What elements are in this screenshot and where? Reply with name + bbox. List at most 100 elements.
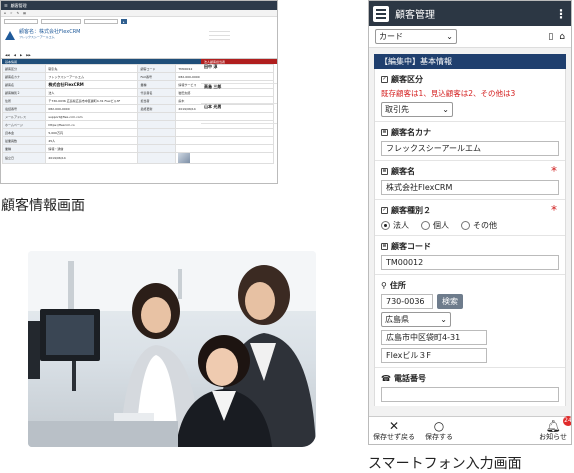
detail-label: 電話番号 (1, 104, 47, 113)
radio-label: 法人 (393, 221, 409, 230)
edit-icon[interactable]: ✎ (17, 11, 20, 15)
view-select[interactable]: カード ⌄ (375, 29, 457, 44)
detail-label: 顧客種別２ (1, 88, 47, 97)
record-meta: ――――――― ――――――― ――――――― (209, 29, 230, 41)
type-radio-kojin[interactable]: 個人 (421, 220, 449, 231)
detail-value: https://flexcrm.co (45, 120, 139, 129)
save-label: 保存する (425, 432, 453, 441)
text-field-icon: ≡ (381, 128, 388, 136)
field-category: ✓ 顧客区分 既存顧客は1、見込顧客は2、その他は3 取引先 ⌄ (375, 69, 565, 122)
detail-label (137, 112, 177, 121)
type-radio-group: 法人 個人 その他 (381, 220, 559, 231)
circle-icon: ○ (433, 418, 445, 433)
contact-name: 山本 光男 (204, 104, 222, 109)
contacts-panel: 法人顧客担当者 田中 淳高島 三郎 山本 光男 (201, 59, 277, 124)
detail-value: 45人 (45, 136, 139, 145)
location-pin-icon: ⚲ (381, 280, 387, 290)
desktop-caption: 顧客情報画面 (1, 198, 85, 214)
detail-label: FAX番号 (137, 72, 177, 81)
menu-icon[interactable]: ☰ (4, 3, 8, 8)
detail-label: 顧客区分 (1, 64, 47, 73)
book-icon[interactable]: ▯ (548, 32, 553, 42)
contact-card[interactable]: 田中 淳 (201, 64, 277, 84)
print-icon[interactable]: ▤ (23, 11, 26, 15)
detail-value (175, 128, 274, 137)
address2-input[interactable]: Flexビル３F (381, 348, 487, 363)
more-options-icon[interactable]: ⋮ (555, 8, 567, 20)
type-radio-hojin[interactable]: 法人 (381, 220, 409, 231)
detail-label: 代表者名 (137, 88, 177, 97)
required-mark-icon: * (551, 164, 557, 178)
code-input[interactable]: TM00012 (381, 255, 559, 270)
desktop-title: 顧客管理 (10, 2, 27, 8)
detail-value (175, 144, 274, 153)
field-code-label: 顧客コード (391, 241, 431, 251)
detail-label: 業種 (137, 80, 177, 89)
detail-label: 担当者 (137, 96, 177, 105)
table-row: 資本金 5,000万円 (1, 128, 274, 137)
type-radio-other[interactable]: その他 (461, 220, 497, 231)
detail-value: 2019/06/14 (45, 152, 139, 164)
chevron-down-icon: ⌄ (446, 32, 453, 41)
address1-input[interactable]: 広島市中区袋町4-31 (381, 330, 487, 345)
name-input[interactable]: 株式会社FlexCRM (381, 180, 559, 195)
detail-value: 法人 (45, 88, 139, 97)
record-nav: ◀◀ ◀ ▶ ▶▶ (1, 52, 277, 59)
home-icon[interactable]: ⌂ (559, 32, 565, 42)
detail-label: メールアドレス (1, 112, 47, 121)
category-select-value: 取引先 (385, 105, 409, 114)
next-record-icon[interactable]: ▶ (20, 53, 22, 57)
phone-caption: スマートフォン入力画面 (368, 456, 522, 472)
last-record-icon[interactable]: ▶▶ (26, 53, 31, 57)
detail-label: 顧客コード (137, 64, 177, 73)
category-select[interactable]: 取引先 ⌄ (381, 102, 453, 117)
field-name: ≡ 顧客名 * 株式会社FlexCRM (375, 161, 565, 200)
field-phone-label: 電話番号 (393, 373, 426, 383)
phone-title: 顧客管理 (395, 10, 435, 21)
field-address-label: 住所 (389, 280, 406, 290)
notification-button[interactable]: 🔔︎ 24 お知らせ (539, 415, 571, 442)
detail-label: 顧客名カナ (1, 72, 47, 81)
detail-value: 〒730-0036 広島県広島市中区袋町4-31 Flexビル3F (45, 96, 139, 105)
company-logo-icon (5, 29, 15, 41)
bell-icon: 🔔︎ (545, 418, 561, 433)
text-field-icon: ≡ (381, 167, 388, 175)
cancel-button[interactable]: ✕ 保存せず戻る (373, 420, 415, 442)
home-icon[interactable]: ⌂ (4, 11, 6, 15)
detail-label (137, 120, 177, 129)
phone-icon: ☎ (381, 373, 391, 383)
contact-card[interactable]: 高島 三郎 (201, 84, 277, 104)
record-header: 顧客名：株式会社FlexCRM フレックスシーアールエム ――――――― ――――… (1, 26, 277, 52)
detail-label (137, 144, 177, 153)
detail-value (175, 152, 274, 164)
address-search-button[interactable]: 検索 (437, 294, 463, 309)
phone-input[interactable] (381, 387, 559, 402)
edit-form: ✓ 顧客区分 既存顧客は1、見込顧客は2、その他は3 取引先 ⌄ ≡ 顧客名カナ フ… (374, 69, 566, 406)
star-icon[interactable]: ☆ (10, 11, 13, 15)
keyword-field[interactable] (84, 19, 118, 24)
phone-appbar: 顧客管理 ⋮ (369, 1, 571, 26)
prev-record-icon[interactable]: ◀ (14, 53, 16, 57)
office-photo (28, 251, 316, 447)
radio-label: その他 (473, 221, 497, 230)
attachment-thumbnail[interactable] (178, 153, 191, 163)
first-record-icon[interactable]: ◀◀ (5, 53, 10, 57)
prefecture-select[interactable]: 広島県 ⌄ (381, 312, 451, 327)
save-button[interactable]: ○ 保存する (425, 420, 453, 442)
kana-input[interactable]: フレックスシーアールエム (381, 141, 559, 156)
prefecture-select-value: 広島県 (385, 315, 409, 324)
detail-value: support@flex-crm.com (45, 112, 139, 121)
detail-label: 最終更新 (137, 104, 177, 113)
detail-value: 082-000-0000 (45, 104, 139, 113)
hamburger-menu-icon[interactable] (373, 5, 389, 22)
field-type: ✓ 顧客種別２ * 法人 個人 その他 (375, 200, 565, 236)
contact-card[interactable]: 山本 光男 (201, 104, 277, 124)
detail-label: 業種 (1, 144, 47, 153)
search-button[interactable]: ▸ (121, 19, 127, 24)
text-field-icon: ≡ (381, 242, 388, 250)
filter-select[interactable] (4, 19, 38, 24)
search-field[interactable] (41, 19, 81, 24)
detail-label: 従業員数 (1, 136, 47, 145)
zip-input[interactable]: 730-0036 (381, 294, 433, 309)
phone-bottom-bar: ✕ 保存せず戻る ○ 保存する 🔔︎ 24 お知らせ (369, 415, 571, 444)
